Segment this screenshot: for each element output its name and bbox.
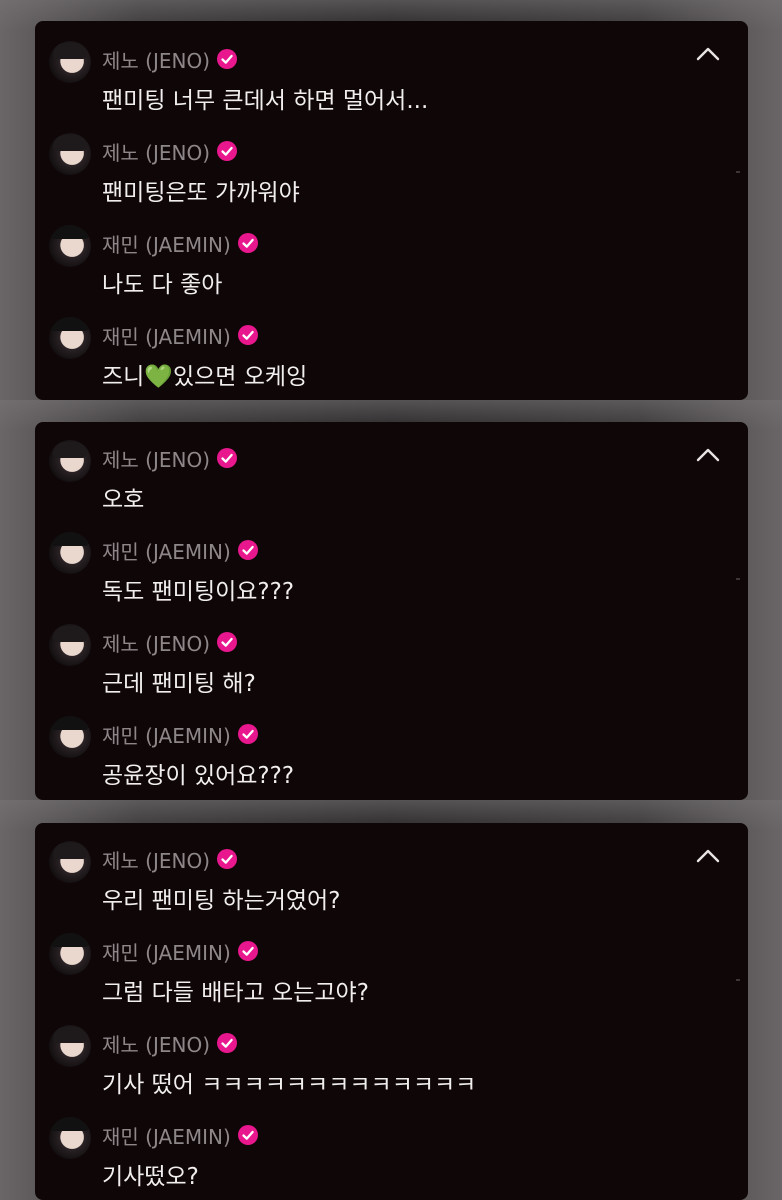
avatar[interactable] [49, 1117, 91, 1159]
chat-message: 제노 (JENO) 우리 팬미팅 하는거였어? [49, 831, 689, 914]
verified-badge-icon [237, 325, 258, 345]
sender-name: 재민 (JAEMIN) [102, 324, 231, 349]
comment-thread-panel: 제노 (JENO) 오호 재민 (JAEMIN) 독도 팬미팅이요??? 제노 … [35, 422, 748, 800]
comment-thread-panel: 제노 (JENO) 팬미팅 너무 큰데서 하면 멀어서... 제노 (JENO)… [35, 21, 748, 400]
screenshot-strip-2: 제노 (JENO) 오호 재민 (JAEMIN) 독도 팬미팅이요??? 제노 … [0, 400, 782, 800]
verified-badge-icon [217, 632, 238, 652]
avatar[interactable] [49, 1025, 91, 1067]
message-text: 기사 떴어 ㅋㅋㅋㅋㅋㅋㅋㅋㅋㅋㅋㅋㅋ [102, 1072, 477, 1098]
message-text: 팬미팅 너무 큰데서 하면 멀어서... [102, 88, 429, 114]
message-text: 즈니💚있으면 오케잉 [102, 364, 308, 390]
avatar[interactable] [49, 41, 91, 83]
sender-name: 재민 (JAEMIN) [102, 940, 231, 965]
sender-name: 제노 (JENO) [102, 140, 211, 165]
message-text: 기사떴오? [102, 1164, 199, 1190]
chat-message: 제노 (JENO) 오호 [49, 430, 689, 513]
sender-name: 제노 (JENO) [102, 631, 211, 656]
message-text: 우리 팬미팅 하는거였어? [102, 888, 341, 914]
chat-message: 재민 (JAEMIN) 그럼 다들 배타고 오는고야? [49, 923, 689, 1006]
message-text: 나도 다 좋아 [102, 272, 223, 298]
chat-message: 제노 (JENO) 근데 팬미팅 해? [49, 614, 689, 697]
avatar[interactable] [49, 317, 91, 359]
scroll-indicator [736, 171, 740, 173]
avatar[interactable] [49, 225, 91, 267]
chevron-up-icon[interactable] [696, 47, 720, 61]
message-text: 공윤장이 있어요??? [102, 763, 295, 789]
avatar[interactable] [49, 624, 91, 666]
chat-message: 제노 (JENO) 팬미팅은또 가까워야 [49, 123, 689, 206]
chat-message: 재민 (JAEMIN) 독도 팬미팅이요??? [49, 522, 689, 605]
chat-message: 재민 (JAEMIN) 즈니💚있으면 오케잉 [49, 307, 689, 390]
verified-badge-icon [217, 849, 238, 869]
sender-name: 재민 (JAEMIN) [102, 539, 231, 564]
chat-message: 재민 (JAEMIN) 기사떴오? [49, 1107, 689, 1190]
verified-badge-icon [237, 540, 258, 560]
sender-name: 재민 (JAEMIN) [102, 723, 231, 748]
sender-name: 제노 (JENO) [102, 48, 211, 73]
sender-name: 제노 (JENO) [102, 447, 211, 472]
green-heart-icon: 💚 [144, 364, 173, 390]
avatar[interactable] [49, 933, 91, 975]
screenshot-strip-3: 제노 (JENO) 우리 팬미팅 하는거였어? 재민 (JAEMIN) 그럼 다… [0, 800, 782, 1200]
avatar[interactable] [49, 532, 91, 574]
message-text: 팬미팅은또 가까워야 [102, 180, 300, 206]
chat-message: 재민 (JAEMIN) 나도 다 좋아 [49, 215, 689, 298]
chevron-up-icon[interactable] [696, 849, 720, 863]
verified-badge-icon [237, 941, 258, 961]
chevron-up-icon[interactable] [696, 448, 720, 462]
chat-message: 제노 (JENO) 기사 떴어 ㅋㅋㅋㅋㅋㅋㅋㅋㅋㅋㅋㅋㅋ [49, 1015, 689, 1098]
verified-badge-icon [217, 141, 238, 161]
verified-badge-icon [237, 724, 258, 744]
verified-badge-icon [217, 1033, 238, 1053]
avatar[interactable] [49, 841, 91, 883]
avatar[interactable] [49, 133, 91, 175]
avatar[interactable] [49, 716, 91, 758]
message-text: 독도 팬미팅이요??? [102, 579, 295, 605]
verified-badge-icon [217, 49, 238, 69]
avatar[interactable] [49, 440, 91, 482]
screenshot-strip-1: 제노 (JENO) 팬미팅 너무 큰데서 하면 멀어서... 제노 (JENO)… [0, 0, 782, 400]
message-text: 오호 [102, 487, 145, 513]
chat-message: 제노 (JENO) 팬미팅 너무 큰데서 하면 멀어서... [49, 31, 689, 114]
scroll-indicator [736, 979, 740, 981]
scroll-indicator [736, 578, 740, 580]
message-text: 그럼 다들 배타고 오는고야? [102, 980, 369, 1006]
message-text: 근데 팬미팅 해? [102, 671, 256, 697]
sender-name: 제노 (JENO) [102, 1032, 211, 1057]
sender-name: 재민 (JAEMIN) [102, 232, 231, 257]
comment-thread-panel: 제노 (JENO) 우리 팬미팅 하는거였어? 재민 (JAEMIN) 그럼 다… [35, 823, 748, 1200]
verified-badge-icon [237, 1125, 258, 1145]
sender-name: 재민 (JAEMIN) [102, 1124, 231, 1149]
verified-badge-icon [237, 233, 258, 253]
verified-badge-icon [217, 448, 238, 468]
chat-message: 재민 (JAEMIN) 공윤장이 있어요??? [49, 706, 689, 789]
sender-name: 제노 (JENO) [102, 848, 211, 873]
